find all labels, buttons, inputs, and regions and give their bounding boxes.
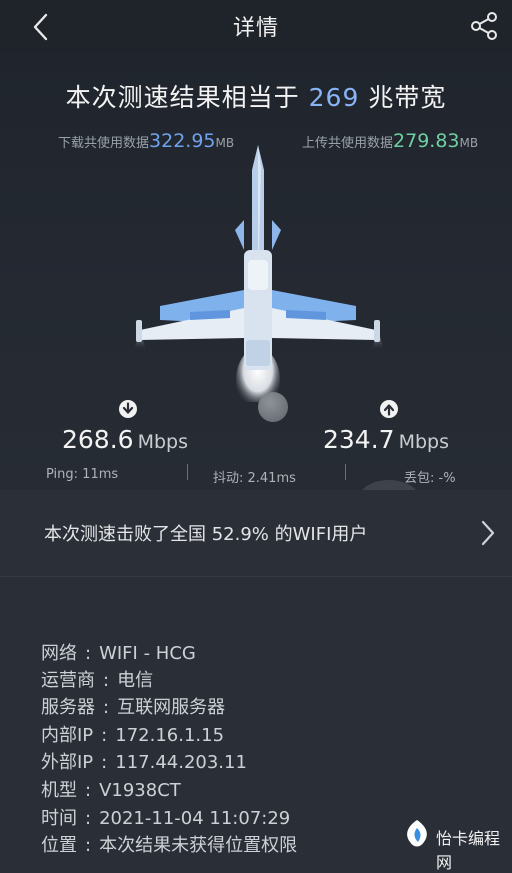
ping-stat: Ping: 11ms	[46, 467, 119, 482]
detail-key: 位置	[41, 835, 77, 856]
ranking-row[interactable]: 本次测速击败了全国 52.9% 的WIFI用户	[0, 490, 512, 577]
upload-usage-unit: MB	[459, 136, 479, 150]
detail-key: 运营商	[41, 670, 95, 691]
progress-dot	[258, 392, 288, 422]
top-bar: 详情	[0, 0, 512, 52]
site-logo-icon	[407, 820, 427, 847]
detail-key: 机型	[41, 780, 77, 801]
detail-value: 2021-11-04 11:07:29	[99, 808, 291, 829]
ranking-text: 本次测速击败了全国 52.9% 的WIFI用户	[44, 524, 368, 545]
speed-result-panel: 本次测速结果相当于 269 兆带宽 下载共使用数据322.95MB 上传共使用数…	[0, 52, 512, 490]
detail-value: V1938CT	[99, 780, 181, 801]
detail-row-server: 服务器: 互联网服务器	[41, 693, 225, 719]
upload-arrow-icon	[380, 400, 398, 418]
detail-key: 服务器	[41, 697, 95, 718]
detail-value: 电信	[117, 670, 154, 691]
download-speed-unit: Mbps	[137, 431, 188, 453]
download-speed-value: 268.6	[62, 425, 134, 454]
detail-value: 本次结果未获得位置权限	[99, 835, 298, 856]
divider	[187, 464, 188, 480]
detail-key: 时间	[41, 808, 77, 829]
detail-row-time: 时间:2021-11-04 11:07:29	[41, 804, 290, 830]
chevron-right-icon	[481, 520, 495, 546]
detail-key: 内部IP	[41, 725, 94, 746]
jitter-stat: 抖动: 2.41ms	[213, 471, 296, 486]
detail-row-external-ip: 外部IP:117.44.203.11	[41, 748, 247, 774]
upload-usage-value: 279.83	[393, 130, 460, 152]
divider	[345, 464, 346, 480]
share-icon[interactable]	[468, 10, 500, 42]
packet-loss-stat: 丢包: -%	[404, 471, 456, 486]
bandwidth-headline: 本次测速结果相当于 269 兆带宽	[0, 78, 512, 114]
detail-key: 外部IP	[41, 752, 94, 773]
headline-prefix: 本次测速结果相当于	[65, 83, 300, 112]
detail-row-network: 网络: WIFI - HCG	[41, 639, 196, 665]
detail-value: WIFI - HCG	[99, 643, 196, 664]
detail-row-location: 位置: 本次结果未获得位置权限	[41, 831, 297, 857]
detail-row-carrier: 运营商: 电信	[41, 666, 153, 692]
page-title: 详情	[232, 16, 279, 41]
upload-speed-unit: Mbps	[398, 431, 449, 453]
jet-plane-illustration	[134, 145, 384, 402]
download-arrow-icon	[119, 400, 137, 418]
detail-key: 网络	[41, 643, 77, 664]
detail-row-model: 机型: V1938CT	[41, 776, 181, 802]
bandwidth-value: 269	[308, 83, 360, 112]
download-speed: 268.6 Mbps	[62, 425, 188, 454]
upload-speed: 234.7 Mbps	[323, 425, 449, 454]
watermark: 怡卡编程网	[396, 812, 512, 872]
detail-value: 172.16.1.15	[115, 725, 225, 746]
detail-row-internal-ip: 内部IP:172.16.1.15	[41, 721, 224, 747]
watermark-text: 怡卡编程网	[436, 829, 501, 872]
upload-speed-value: 234.7	[323, 425, 395, 454]
detail-value: 互联网服务器	[117, 697, 226, 718]
headline-suffix: 兆带宽	[368, 83, 447, 112]
detail-value: 117.44.203.11	[115, 752, 247, 773]
